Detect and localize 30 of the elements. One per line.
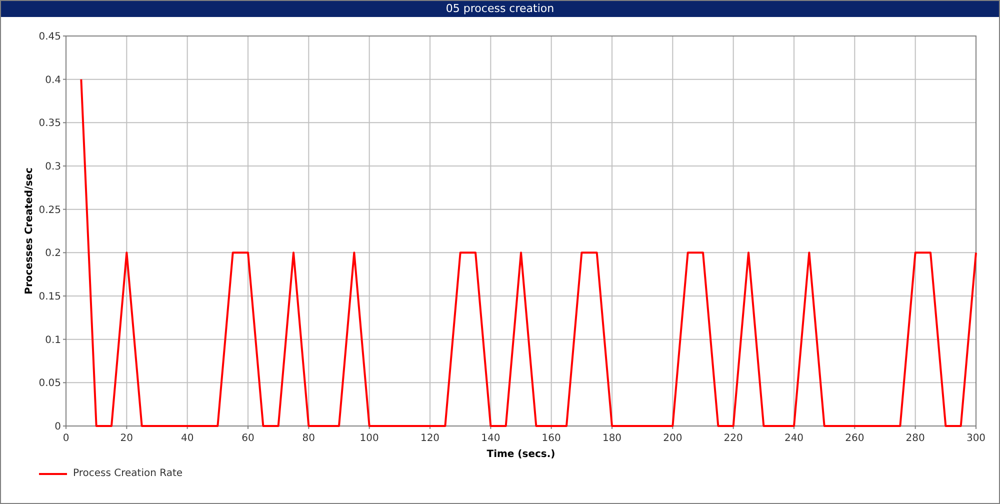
axis-title: Time (secs.): [486, 449, 556, 460]
tick-label: 180: [602, 433, 622, 444]
tick-label: 220: [724, 433, 743, 444]
tick-label: 0.25: [38, 204, 61, 216]
tick-label: 0.45: [38, 32, 61, 42]
tick-label: 200: [663, 433, 682, 444]
tick-label: 0.2: [45, 248, 61, 260]
tick-label: 0: [62, 433, 70, 444]
window-title-bar: 05 process creation: [1, 1, 999, 17]
tick-label: 140: [481, 433, 500, 444]
tick-label: 0.15: [38, 292, 61, 302]
tick-label: 80: [302, 433, 316, 444]
tick-label: 260: [845, 433, 864, 444]
tick-label: 280: [906, 433, 925, 444]
tick-label: 60: [242, 433, 254, 444]
tick-label: 120: [420, 433, 440, 444]
tick-label: 0: [54, 422, 61, 432]
tick-label: 240: [784, 433, 804, 444]
tick-label: 100: [360, 433, 379, 444]
legend-label: Process Creation Rate: [73, 467, 183, 481]
tick-label: 20: [120, 433, 134, 444]
tick-label: 0.35: [38, 118, 61, 130]
tick-label: 0.1: [45, 334, 61, 346]
tick-label: 40: [180, 433, 194, 444]
tick-label: 0.3: [45, 162, 61, 172]
axis-title: Processes Created/sec: [24, 168, 35, 294]
tick-label: 160: [542, 433, 561, 444]
tick-label: 0.05: [38, 378, 61, 390]
tick-label: 0.4: [45, 74, 61, 86]
tick-label: 300: [966, 433, 986, 444]
